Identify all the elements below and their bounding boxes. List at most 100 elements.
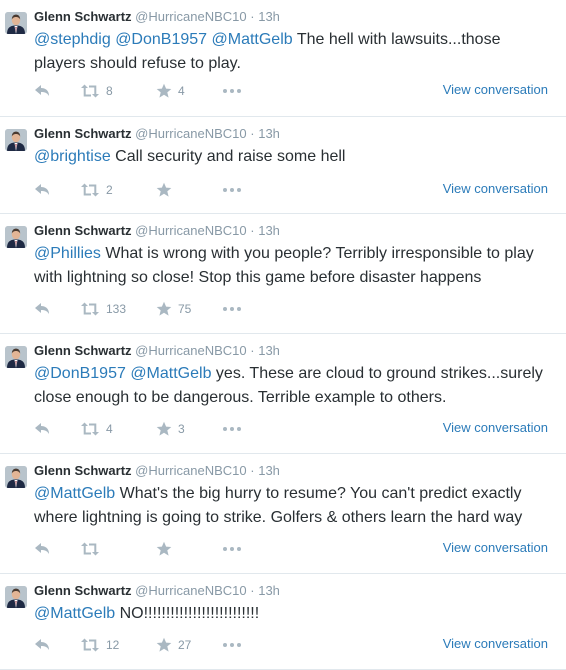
avatar[interactable]: [5, 12, 27, 34]
favorite-button[interactable]: 27: [156, 636, 191, 654]
favorite-button[interactable]: [156, 540, 172, 558]
more-button[interactable]: [222, 540, 242, 558]
mention-link[interactable]: @MattGelb: [34, 485, 115, 502]
favorite-button[interactable]: 4: [156, 82, 185, 100]
retweet-icon: [80, 422, 100, 436]
retweet-button[interactable]: 133: [80, 300, 126, 318]
retweet-button[interactable]: 4: [80, 420, 113, 438]
author-handle[interactable]: @HurricaneNBC10: [135, 126, 246, 141]
reply-button[interactable]: [34, 82, 50, 100]
mention-link[interactable]: @DonB1957: [115, 31, 207, 48]
retweet-icon: [80, 183, 100, 197]
author-handle[interactable]: @HurricaneNBC10: [135, 463, 246, 478]
retweet-icon: [80, 302, 100, 316]
more-button[interactable]: [222, 300, 242, 318]
author-handle[interactable]: @HurricaneNBC10: [135, 343, 246, 358]
timestamp[interactable]: 13h: [258, 9, 280, 24]
more-icon: [222, 426, 242, 432]
reply-icon: [34, 638, 50, 652]
author-name[interactable]: Glenn Schwartz: [34, 126, 132, 141]
text-segment: What is wrong with you people? Terribly …: [100, 245, 534, 262]
favorite-count: 75: [178, 302, 192, 316]
tweet-text-line: @Phillies What is wrong with you people?…: [34, 242, 554, 266]
star-icon: [156, 421, 172, 437]
author-handle[interactable]: @HurricaneNBC10: [135, 9, 246, 24]
more-button[interactable]: [222, 636, 242, 654]
tweet-text-line: where lightning is going to strike. Golf…: [34, 506, 554, 530]
reply-button[interactable]: [34, 540, 50, 558]
tweet-text-line: @DonB1957 @MattGelb yes. These are cloud…: [34, 362, 554, 386]
more-button[interactable]: [222, 420, 242, 438]
tweet-text: @Phillies What is wrong with you people?…: [34, 242, 554, 290]
retweet-icon: [80, 542, 100, 556]
text-segment: close enough to be dangerous. Terrible e…: [34, 389, 447, 406]
timestamp[interactable]: 13h: [258, 343, 280, 358]
reply-button[interactable]: [34, 420, 50, 438]
favorite-button[interactable]: 75: [156, 300, 191, 318]
favorite-count: 3: [178, 422, 185, 436]
view-conversation-link[interactable]: View conversation: [443, 82, 548, 97]
tweet-text: @MattGelb NO!!!!!!!!!!!!!!!!!!!!!!!!!!: [34, 602, 554, 626]
timestamp[interactable]: 13h: [258, 463, 280, 478]
retweet-count: 2: [106, 183, 113, 197]
tweet-text: @stephdig @DonB1957 @MattGelb The hell w…: [34, 28, 554, 76]
mention-link[interactable]: @Phillies: [34, 245, 101, 262]
avatar[interactable]: [5, 129, 27, 151]
favorite-count: 27: [178, 638, 192, 652]
retweet-button[interactable]: 12: [80, 636, 119, 654]
author-name[interactable]: Glenn Schwartz: [34, 583, 132, 598]
author-handle[interactable]: @HurricaneNBC10: [135, 223, 246, 238]
more-icon: [222, 306, 242, 312]
reply-button[interactable]: [34, 636, 50, 654]
mention-link[interactable]: @MattGelb: [212, 31, 293, 48]
retweet-button[interactable]: 2: [80, 181, 113, 199]
mention-link[interactable]: @MattGelb: [130, 365, 211, 382]
author-name[interactable]: Glenn Schwartz: [34, 223, 132, 238]
author-handle[interactable]: @HurricaneNBC10: [135, 583, 246, 598]
retweet-count: 133: [106, 302, 127, 316]
separator-dot: ·: [250, 126, 255, 141]
mention-link[interactable]: @MattGelb: [34, 605, 115, 622]
separator-dot: ·: [250, 583, 255, 598]
tweet: Glenn Schwartz @HurricaneNBC10 · 13h @bri…: [0, 117, 566, 214]
tweet-header: Glenn Schwartz @HurricaneNBC10 · 13h: [34, 223, 280, 239]
avatar[interactable]: [5, 466, 27, 488]
mention-link[interactable]: @DonB1957: [34, 365, 126, 382]
timestamp[interactable]: 13h: [258, 583, 280, 598]
text-segment: Call security and raise some hell: [110, 148, 346, 165]
avatar[interactable]: [5, 226, 27, 248]
timestamp[interactable]: 13h: [258, 126, 280, 141]
mention-link[interactable]: @stephdig: [34, 31, 111, 48]
author-name[interactable]: Glenn Schwartz: [34, 343, 132, 358]
tweet-text-line: @MattGelb NO!!!!!!!!!!!!!!!!!!!!!!!!!!: [34, 602, 554, 626]
reply-icon: [34, 302, 50, 316]
view-conversation-link[interactable]: View conversation: [443, 540, 548, 555]
retweet-button[interactable]: 8: [80, 82, 113, 100]
star-icon: [156, 541, 172, 557]
tweet-actions: 4 3 View conversation: [34, 420, 556, 438]
more-button[interactable]: [222, 82, 242, 100]
view-conversation-link[interactable]: View conversation: [443, 420, 548, 435]
tweet: Glenn Schwartz @HurricaneNBC10 · 13h @Mat…: [0, 454, 566, 574]
tweet: Glenn Schwartz @HurricaneNBC10 · 13h @Phi…: [0, 214, 566, 334]
text-segment: yes. These are cloud to ground strikes..…: [211, 365, 543, 382]
mention-link[interactable]: @brightise: [34, 148, 111, 165]
more-button[interactable]: [222, 181, 242, 199]
author-name[interactable]: Glenn Schwartz: [34, 463, 132, 478]
avatar[interactable]: [5, 586, 27, 608]
tweet-text-line: @stephdig @DonB1957 @MattGelb The hell w…: [34, 28, 554, 52]
avatar[interactable]: [5, 346, 27, 368]
timestamp[interactable]: 13h: [258, 223, 280, 238]
retweet-button[interactable]: [80, 540, 100, 558]
favorite-button[interactable]: [156, 181, 172, 199]
view-conversation-link[interactable]: View conversation: [443, 181, 548, 196]
favorite-button[interactable]: 3: [156, 420, 185, 438]
reply-button[interactable]: [34, 300, 50, 318]
star-icon: [156, 182, 172, 198]
view-conversation-link[interactable]: View conversation: [443, 636, 548, 651]
more-icon: [222, 642, 242, 648]
text-segment: NO!!!!!!!!!!!!!!!!!!!!!!!!!!: [115, 605, 260, 622]
tweet-header: Glenn Schwartz @HurricaneNBC10 · 13h: [34, 463, 280, 479]
author-name[interactable]: Glenn Schwartz: [34, 9, 132, 24]
reply-button[interactable]: [34, 181, 50, 199]
